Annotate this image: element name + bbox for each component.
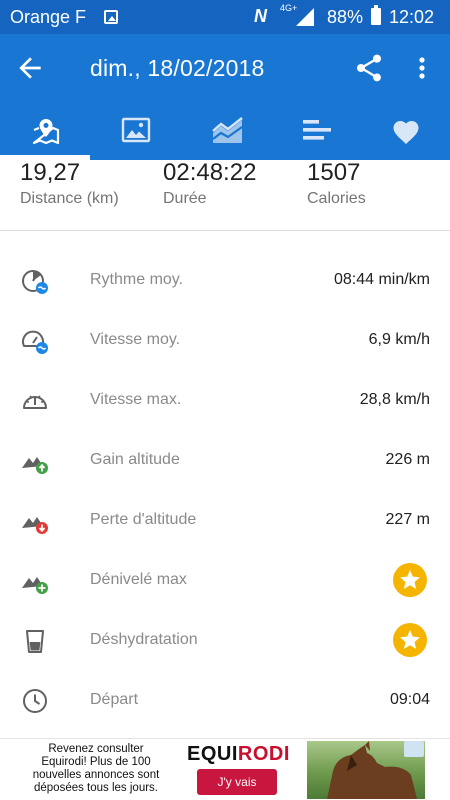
stat-value: 6,9 km/h <box>368 331 430 348</box>
distance-value: 19,27 <box>20 159 81 186</box>
tab-bar <box>0 102 450 160</box>
calories-value: 1507 <box>307 159 361 186</box>
ad-logo: EQUIRODI <box>187 743 290 766</box>
summary-duration: 02:48:22 Durée <box>163 160 256 208</box>
elevation-loss-icon <box>22 517 48 534</box>
carrier-name: Orange F <box>10 7 87 27</box>
ad-logo-part2: RODI <box>237 743 290 765</box>
premium-star-button[interactable] <box>393 563 427 597</box>
back-button[interactable] <box>14 52 46 84</box>
app-bar: dim., 18/02/2018 <box>0 34 450 102</box>
battery-percent: 88% <box>327 7 364 27</box>
heart-icon <box>393 121 419 144</box>
summary-distance: 19,27 Distance (km) <box>20 160 119 208</box>
stat-value: 28,8 km/h <box>359 391 430 408</box>
summary-divider <box>0 230 450 231</box>
stat-value: 08:44 min/km <box>333 271 430 288</box>
arrow-left-icon <box>19 57 41 79</box>
stat-label: Rythme moy. <box>90 271 184 288</box>
duration-value: 02:48:22 <box>163 159 257 186</box>
battery-icon <box>371 5 381 25</box>
tab-map[interactable] <box>0 102 90 160</box>
share-button[interactable] <box>353 52 385 84</box>
status-bar: Orange F N 4G+ 88% 12:02 <box>0 0 450 34</box>
tab-heart-rate[interactable] <box>360 102 450 160</box>
tab-photos[interactable] <box>90 102 180 160</box>
ad-cta-button[interactable]: J'y vais <box>197 769 277 795</box>
glass-icon <box>26 630 44 653</box>
image-notification-icon <box>104 10 118 24</box>
calories-label: Calories <box>307 190 366 207</box>
ad-banner[interactable]: Revenez consulter Equirodi! Plus de 100 … <box>0 738 450 800</box>
bars-icon <box>303 120 331 140</box>
tab-laps[interactable] <box>270 102 360 160</box>
stat-row-pace: Rythme moy. 08:44 min/km <box>0 251 450 311</box>
stat-row-dehydration: Déshydratation <box>0 611 450 671</box>
star-icon <box>400 630 420 649</box>
summary-panel: 19,27 Distance (km) 02:48:22 Durée 1507 … <box>0 160 450 230</box>
stat-row-elevation-loss: Perte d'altitude 227 m <box>0 491 450 551</box>
tab-charts[interactable] <box>180 102 270 160</box>
stat-value: 227 m <box>385 511 430 528</box>
stat-label: Vitesse moy. <box>90 331 181 348</box>
clock-icon <box>23 689 47 713</box>
clock-time: 12:02 <box>389 7 435 27</box>
nfc-icon: N <box>254 6 267 26</box>
chart-icon <box>212 117 243 143</box>
elevation-max-icon <box>22 577 48 594</box>
summary-calories: 1507 Calories <box>307 160 366 208</box>
stat-label: Gain altitude <box>90 451 180 468</box>
stat-row-avg-speed: Vitesse moy. 6,9 km/h <box>0 311 450 371</box>
more-vert-icon <box>419 57 425 79</box>
distance-label: Distance (km) <box>20 190 119 207</box>
share-icon <box>357 54 381 82</box>
stat-row-elevation-max: Dénivelé max <box>0 551 450 611</box>
elevation-gain-icon <box>22 457 48 474</box>
premium-star-button[interactable] <box>393 623 427 657</box>
stat-row-max-speed: Vitesse max. 28,8 km/h <box>0 371 450 431</box>
star-icon <box>400 570 420 589</box>
stat-label: Déshydratation <box>90 631 198 648</box>
stat-label: Départ <box>90 691 139 708</box>
stat-label: Perte d'altitude <box>90 511 197 528</box>
image-icon <box>121 117 151 143</box>
stat-label: Vitesse max. <box>90 391 182 408</box>
ad-choices-icon[interactable] <box>404 741 424 757</box>
max-speed-icon <box>23 395 47 409</box>
stat-value: 226 m <box>385 451 430 468</box>
avg-speed-icon <box>22 330 48 354</box>
stat-label: Dénivelé max <box>90 571 187 588</box>
signal-icon <box>296 8 314 26</box>
duration-label: Durée <box>163 190 207 207</box>
page-title: dim., 18/02/2018 <box>90 55 265 81</box>
pace-icon <box>22 270 48 294</box>
stat-row-start: Départ 09:04 <box>0 671 450 731</box>
stat-row-elevation-gain: Gain altitude 226 m <box>0 431 450 491</box>
ad-text: Revenez consulter Equirodi! Plus de 100 … <box>32 743 160 794</box>
more-options-button[interactable] <box>410 52 434 84</box>
stat-value: 09:04 <box>389 691 430 708</box>
map-icon <box>32 119 60 145</box>
network-type: 4G+ <box>280 3 298 13</box>
ad-logo-part1: EQUI <box>187 743 238 765</box>
